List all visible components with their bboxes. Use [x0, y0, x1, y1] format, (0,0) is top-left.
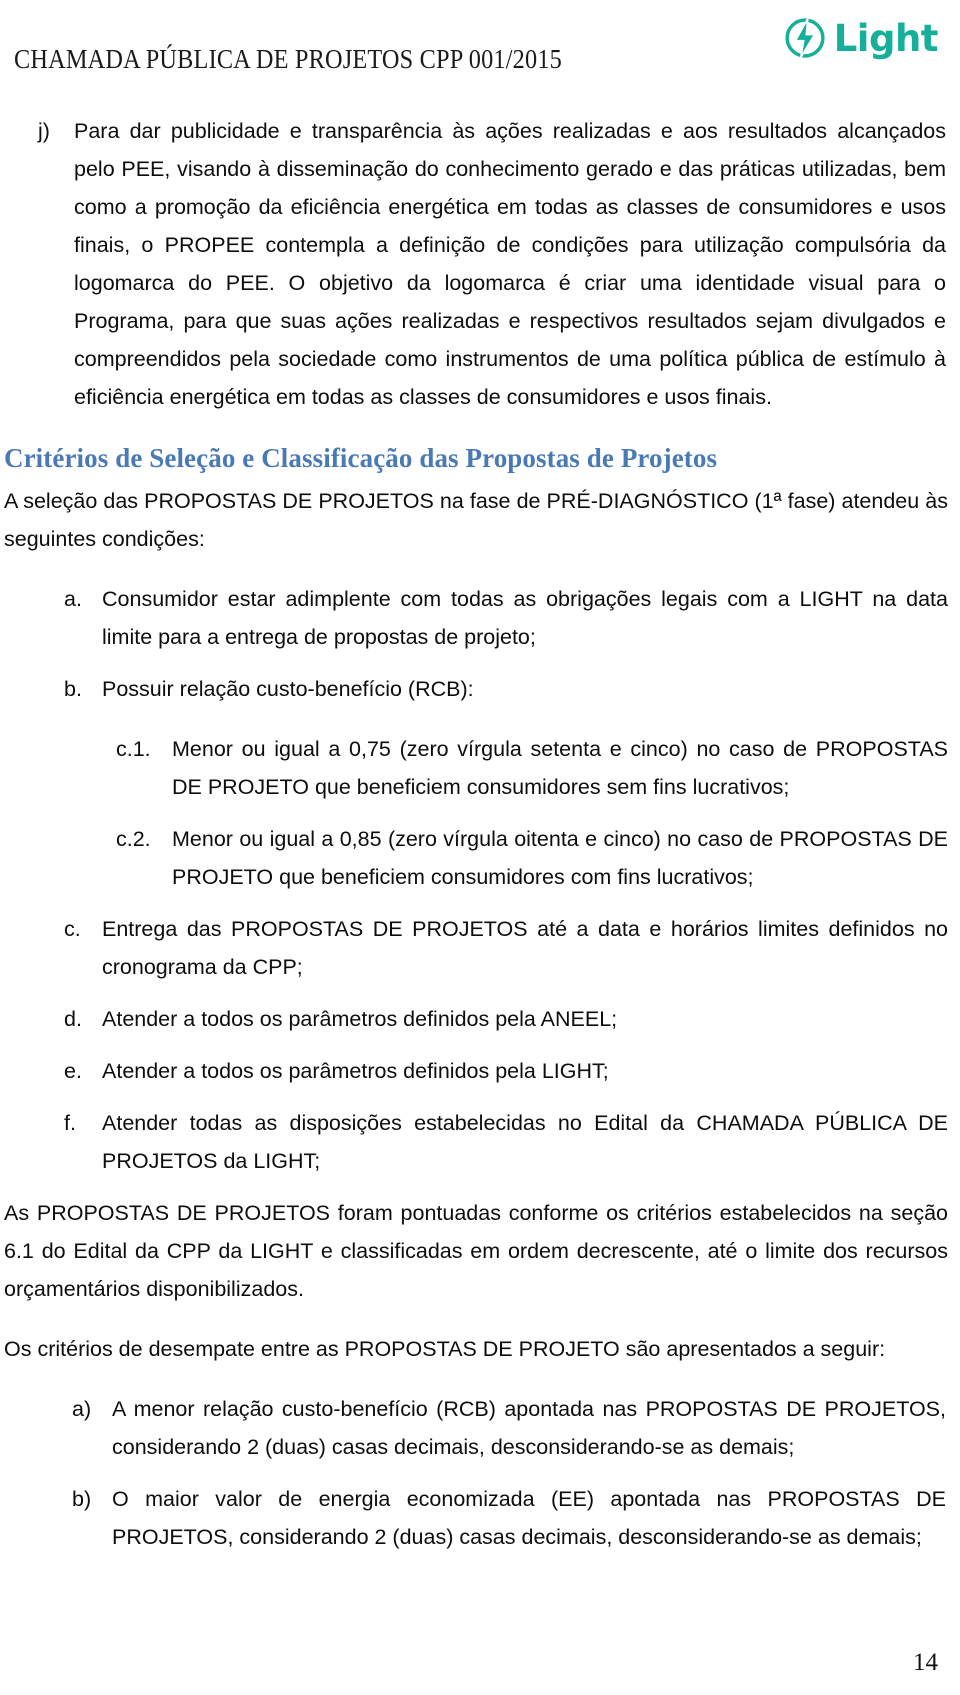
list-marker-c1: c.1.	[116, 737, 151, 761]
list-item-j: j) Para dar publicidade e transparência …	[38, 112, 946, 416]
list-item-c: c. Entrega das PROPOSTAS DE PROJETOS até…	[64, 910, 948, 986]
page-number: 14	[913, 1649, 938, 1676]
list-text-a: Consumidor estar adimplente com todas as…	[102, 587, 948, 649]
light-bolt-circle-icon	[785, 18, 825, 58]
list-text-f: Atender todas as disposições estabelecid…	[102, 1111, 948, 1173]
scoring-paragraph: As PROPOSTAS DE PROJETOS foram pontuadas…	[4, 1201, 948, 1301]
list-marker-c: c.	[64, 917, 81, 941]
list-text-j: Para dar publicidade e transparência às …	[74, 119, 946, 409]
page-header: CHAMADA PÚBLICA DE PROJETOS CPP 001/2015…	[0, 0, 960, 100]
list-item-d: d. Atender a todos os parâmetros definid…	[64, 1000, 948, 1038]
light-logo: Light	[783, 12, 939, 64]
tiebreak-intro-paragraph: Os critérios de desempate entre as PROPO…	[4, 1337, 886, 1361]
document-page: CHAMADA PÚBLICA DE PROJETOS CPP 001/2015…	[0, 0, 960, 1695]
list-item-a: a. Consumidor estar adimplente com todas…	[64, 580, 948, 656]
list-text-c1: Menor ou igual a 0,75 (zero vírgula sete…	[172, 737, 948, 799]
page-footer: 14	[0, 1637, 960, 1677]
list-marker-tiebreak-a: a)	[72, 1397, 92, 1421]
list-text-tiebreak-a: A menor relação custo-benefício (RCB) ap…	[112, 1397, 946, 1459]
list-marker-j: j)	[38, 119, 50, 143]
list-marker-a: a.	[64, 587, 82, 611]
intro-paragraph: A seleção das PROPOSTAS DE PROJETOS na f…	[4, 489, 948, 551]
list-marker-d: d.	[64, 1007, 82, 1031]
list-text-tiebreak-b: O maior valor de energia economizada (EE…	[112, 1487, 946, 1549]
list-text-c2: Menor ou igual a 0,85 (zero vírgula oite…	[172, 827, 948, 889]
section-heading: Critérios de Seleção e Classificação das…	[4, 443, 718, 473]
list-item-f: f. Atender todas as disposições estabele…	[64, 1104, 948, 1180]
list-marker-b: b.	[64, 677, 82, 701]
header-title: CHAMADA PÚBLICA DE PROJETOS CPP 001/2015	[14, 44, 562, 74]
list-text-d: Atender a todos os parâmetros definidos …	[102, 1007, 618, 1031]
list-item-c1: c.1. Menor ou igual a 0,75 (zero vírgula…	[116, 730, 948, 806]
list-item-c2: c.2. Menor ou igual a 0,85 (zero vírgula…	[116, 820, 948, 896]
list-marker-c2: c.2.	[116, 827, 151, 851]
document-body: j) Para dar publicidade e transparência …	[0, 112, 960, 1556]
list-marker-e: e.	[64, 1059, 82, 1083]
list-text-e: Atender a todos os parâmetros definidos …	[102, 1059, 609, 1083]
list-marker-tiebreak-b: b)	[72, 1487, 92, 1511]
list-marker-f: f.	[64, 1111, 76, 1135]
list-item-tiebreak-a: a) A menor relação custo-benefício (RCB)…	[72, 1390, 946, 1466]
light-logo-wordmark: Light	[833, 16, 939, 60]
list-item-tiebreak-b: b) O maior valor de energia economizada …	[72, 1480, 946, 1556]
list-item-e: e. Atender a todos os parâmetros definid…	[64, 1052, 948, 1090]
list-text-c: Entrega das PROPOSTAS DE PROJETOS até a …	[102, 917, 948, 979]
list-text-b: Possuir relação custo-benefício (RCB):	[102, 677, 474, 701]
list-item-b: b. Possuir relação custo-benefício (RCB)…	[64, 670, 948, 708]
